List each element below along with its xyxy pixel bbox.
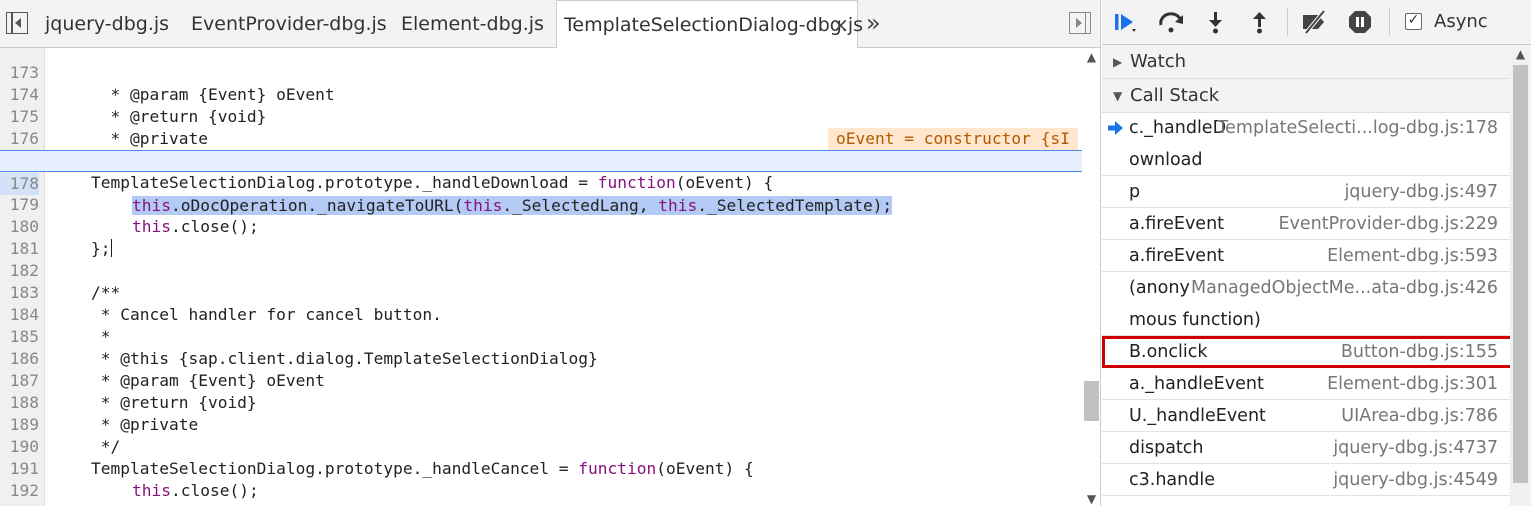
code-view[interactable]: 173 * @param {Event} oEvent 174 * @retur… [0,48,1082,506]
more-tabs-icon[interactable]: » [866,9,881,37]
code-line: 193 [0,480,1082,506]
code-line: 184 * [0,282,1082,346]
code-line: 181 [0,216,1082,258]
scroll-down-icon[interactable]: ▼ [1082,492,1100,506]
code-line: 189 */ [0,392,1082,456]
code-text: }; [91,502,111,506]
frame-location: UIArea-dbg.js:786 [1341,406,1498,426]
frame-function: (anony [1129,278,1190,298]
call-stack-list: c._handleD ownload TemplateSelecti...log… [1102,112,1514,496]
code-line: 174 * @return {void} [0,62,1082,126]
frame-location: Button-dbg.js:155 [1340,342,1498,362]
call-frame-current[interactable]: c._handleD ownload TemplateSelecti...log… [1102,112,1510,176]
inline-variable-value[interactable]: oEvent = constructor {sI [828,128,1078,150]
toggle-debugger-icon[interactable] [1069,12,1091,34]
async-label: Async [1434,11,1488,32]
code-line: 190 TemplateSelectionDialog.prototype._h… [0,414,1082,478]
tab-element-dbg[interactable]: Element-dbg.js [401,0,544,48]
call-frame[interactable]: a._handleEvent Element-dbg.js:301 [1102,368,1510,400]
collapse-triangle-icon: ▼ [1113,89,1123,103]
debugger-toolbar: ✓ Async [1102,0,1531,45]
current-frame-arrow-icon [1108,121,1123,135]
debugger-scrollbar[interactable]: ▲ [1510,45,1531,506]
frame-location: EventProvider-dbg.js:229 [1278,214,1498,234]
code-line: 175 * @private [0,84,1082,148]
frame-function: U._handleEvent [1129,406,1266,426]
frame-function: c._handleD [1129,118,1227,138]
scroll-up-icon[interactable]: ▲ [1082,50,1100,64]
editor-scrollbar[interactable]: ▲ ▼ [1082,48,1100,506]
frame-function: c3.handle [1129,470,1215,490]
toolbar-divider [1287,8,1288,36]
frame-location: ManagedObjectMe...ata-dbg.js:426 [1191,278,1498,298]
step-over-icon[interactable] [1157,9,1183,35]
source-editor-pane: jquery-dbg.js EventProvider-dbg.js Eleme… [0,0,1101,506]
call-frame[interactable]: (anony mous function) ManagedObjectMe...… [1102,272,1510,336]
call-frame-highlighted[interactable]: B.onclick Button-dbg.js:155 [1102,336,1514,368]
code-line: 179 this.close(); [0,172,1082,236]
debugger-sidebar: ✓ Async ▶ Watch ▼ Call Stack c._handleD … [1102,0,1531,506]
call-frame[interactable]: c3.handle jquery-dbg.js:4549 [1102,464,1510,496]
close-tab-icon[interactable]: × [832,1,849,49]
code-line: 187 * @return {void} [0,348,1082,412]
code-line: 183 * Cancel handler for cancel button. [0,260,1082,324]
frame-function: B.onclick [1129,342,1208,362]
async-checkbox[interactable]: ✓ [1405,13,1422,30]
pause-on-exceptions-icon[interactable] [1347,9,1373,35]
watch-label: Watch [1130,51,1187,72]
tab-eventprovider-dbg[interactable]: EventProvider-dbg.js [191,0,387,48]
call-frame[interactable]: p jquery-dbg.js:497 [1102,176,1510,208]
expand-triangle-icon: ▶ [1113,55,1123,69]
frame-location: Element-dbg.js:593 [1327,246,1498,266]
frame-function: p [1129,182,1141,202]
call-frame[interactable]: U._handleEvent UIArea-dbg.js:786 [1102,400,1510,432]
code-line: 192 }; [0,458,1082,506]
frame-function-wrap: ownload [1129,150,1203,170]
line-number[interactable]: 193 [0,502,39,506]
frame-function-wrap: mous function) [1129,310,1261,330]
code-line: 176 */ [0,106,1082,170]
frame-function: a.fireEvent [1129,246,1225,266]
editor-tab-bar: jquery-dbg.js EventProvider-dbg.js Eleme… [0,0,1100,49]
toolbar-divider [1389,8,1390,36]
scroll-up-icon[interactable]: ▲ [1510,47,1531,61]
toggle-navigator-icon[interactable] [6,12,28,34]
frame-location: jquery-dbg.js:4737 [1333,438,1498,458]
frame-function: a._handleEvent [1129,374,1264,394]
code-line: 180 }; [0,194,1082,258]
frame-location: TemplateSelecti...log-dbg.js:178 [1217,118,1498,138]
code-line: 186 * @param {Event} oEvent [0,326,1082,390]
resume-icon[interactable] [1112,9,1138,35]
watch-section-header[interactable]: ▶ Watch [1102,45,1510,79]
code-line: 177 TemplateSelectionDialog.prototype._h… [0,128,1082,192]
call-frame[interactable]: a.fireEvent Element-dbg.js:593 [1102,240,1510,272]
code-line: 191 this.close(); [0,436,1082,500]
code-line: 173 * @param {Event} oEvent [0,48,1082,104]
call-stack-section-header[interactable]: ▼ Call Stack [1102,79,1510,113]
frame-location: jquery-dbg.js:4549 [1333,470,1498,490]
tab-jquery-dbg[interactable]: jquery-dbg.js [45,0,169,48]
tab-templateselectiondialog-dbg[interactable]: TemplateSelectionDialog-dbg.js × [556,0,863,49]
current-execution-line: 178 this.oDocOperation._navigateToURL(th… [0,150,1082,215]
code-line: 182 /** [0,238,1082,302]
step-into-icon[interactable] [1203,9,1229,35]
frame-location: Element-dbg.js:301 [1327,374,1498,394]
frame-function: a.fireEvent [1129,214,1225,234]
code-line: 188 * @private [0,370,1082,434]
step-out-icon[interactable] [1247,9,1273,35]
frame-function: dispatch [1129,438,1204,458]
scrollbar-thumb[interactable] [1084,381,1099,421]
code-line: 185 * @this {sap.client.dialog.TemplateS… [0,304,1082,368]
frame-location: jquery-dbg.js:497 [1344,182,1498,202]
call-frame[interactable]: a.fireEvent EventProvider-dbg.js:229 [1102,208,1510,240]
scrollbar-thumb[interactable] [1513,65,1528,483]
call-stack-label: Call Stack [1130,85,1220,106]
tab-label: TemplateSelectionDialog-dbg.js [564,14,864,36]
call-frame[interactable]: dispatch jquery-dbg.js:4737 [1102,432,1510,464]
deactivate-breakpoints-icon[interactable] [1300,9,1326,35]
